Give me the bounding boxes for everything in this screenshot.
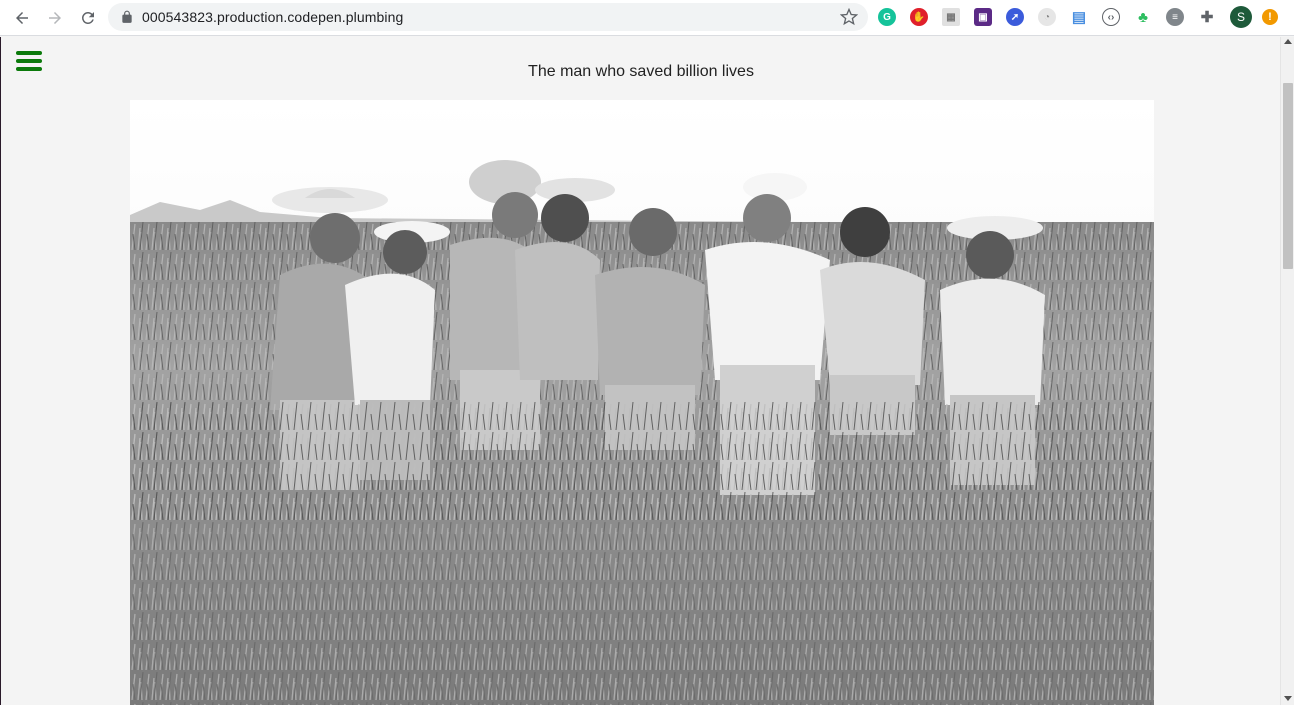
- save-icon[interactable]: ▤: [1070, 8, 1088, 26]
- hero-photo: [130, 100, 1154, 705]
- scrollbar-thumb[interactable]: [1283, 83, 1293, 269]
- bookmark-star-icon[interactable]: [839, 7, 859, 26]
- reload-icon: [81, 11, 94, 24]
- update-alert-icon[interactable]: !: [1262, 9, 1278, 25]
- browser-toolbar: 000543823.production.codepen.plumbing G …: [0, 0, 1294, 36]
- evernote-icon[interactable]: ♣: [1134, 8, 1152, 26]
- page-content: The man who saved billion lives: [0, 37, 1280, 705]
- extensions-bar: G ✋ ▦ ▣ ➚ ◔ ▤ ‹› ♣ ≡ ✚ S !: [878, 5, 1278, 29]
- scroll-down-arrow-icon[interactable]: [1284, 696, 1292, 701]
- arrow-left-icon: [16, 11, 28, 24]
- scroll-up-arrow-icon[interactable]: [1284, 39, 1292, 44]
- grammarly-icon[interactable]: G: [878, 8, 896, 26]
- puzzle-icon[interactable]: ✚: [1198, 8, 1216, 26]
- timer-icon[interactable]: ◔: [1038, 8, 1056, 26]
- lock-icon: [119, 9, 135, 25]
- address-bar[interactable]: 000543823.production.codepen.plumbing: [108, 3, 868, 31]
- reload-button[interactable]: [77, 7, 99, 29]
- rocket-icon[interactable]: ➚: [1006, 8, 1024, 26]
- back-button[interactable]: [11, 7, 33, 29]
- screencast-icon[interactable]: ▣: [974, 8, 992, 26]
- page-title: The man who saved billion lives: [528, 63, 754, 80]
- hamburger-bar: [16, 51, 42, 55]
- forward-button[interactable]: [44, 7, 66, 29]
- code-icon[interactable]: ‹›: [1102, 8, 1120, 26]
- page-scrollbar[interactable]: [1280, 37, 1294, 705]
- chat-icon[interactable]: ≡: [1166, 8, 1184, 26]
- adblock-icon[interactable]: ✋: [910, 8, 928, 26]
- profile-avatar[interactable]: S: [1230, 6, 1252, 28]
- qr-icon[interactable]: ▦: [942, 8, 960, 26]
- arrow-right-icon: [49, 11, 61, 24]
- url-text[interactable]: 000543823.production.codepen.plumbing: [142, 9, 403, 25]
